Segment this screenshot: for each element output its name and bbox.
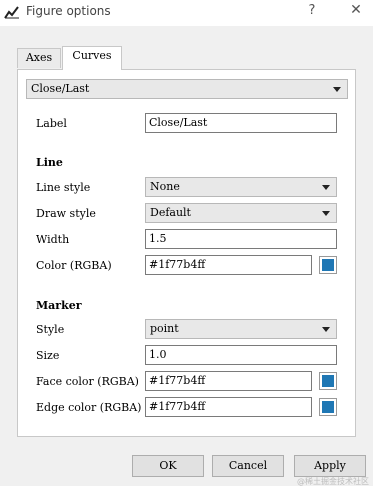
chevron-down-icon (322, 185, 330, 190)
marker-style-select[interactable]: point (145, 319, 337, 339)
cancel-button[interactable]: Cancel (212, 455, 284, 477)
line-style-value: None (150, 180, 180, 193)
chart-line-icon (4, 6, 19, 19)
chevron-down-icon (322, 211, 330, 216)
face-color-swatch (322, 375, 334, 387)
apply-button[interactable]: Apply (294, 455, 366, 477)
line-section-heading: Line (36, 156, 63, 169)
curve-select-value: Close/Last (31, 82, 90, 95)
marker-size-label: Size (36, 349, 60, 362)
edge-color-input[interactable]: #1f77b4ff (145, 397, 312, 417)
draw-style-select[interactable]: Default (145, 203, 337, 223)
chevron-down-icon (322, 327, 330, 332)
face-color-input[interactable]: #1f77b4ff (145, 371, 312, 391)
chevron-down-icon (333, 87, 341, 92)
tab-axes[interactable]: Axes (17, 48, 61, 68)
width-input[interactable]: 1.5 (145, 229, 337, 249)
tab-curves[interactable]: Curves (62, 46, 122, 70)
curves-panel: Close/Last Label Close/Last Line Line st… (17, 69, 356, 437)
label-input[interactable]: Close/Last (145, 113, 337, 133)
close-button[interactable]: ✕ (347, 2, 365, 18)
ok-button[interactable]: OK (132, 455, 204, 477)
help-button[interactable]: ? (303, 3, 321, 18)
line-color-input[interactable]: #1f77b4ff (145, 255, 312, 275)
window-title: Figure options (26, 4, 111, 18)
edge-color-swatch (322, 401, 334, 413)
draw-style-value: Default (150, 206, 191, 219)
edge-color-label: Edge color (RGBA) (36, 401, 142, 414)
line-style-select[interactable]: None (145, 177, 337, 197)
line-style-label: Line style (36, 181, 91, 194)
marker-size-input[interactable]: 1.0 (145, 345, 337, 365)
label-field-label: Label (36, 117, 67, 130)
draw-style-label: Draw style (36, 207, 96, 220)
edge-color-swatch-button[interactable] (319, 398, 337, 416)
face-color-label: Face color (RGBA) (36, 375, 139, 388)
face-color-swatch-button[interactable] (319, 372, 337, 390)
marker-style-value: point (150, 322, 179, 335)
width-label: Width (36, 233, 70, 246)
line-color-swatch (322, 259, 334, 271)
line-color-label: Color (RGBA) (36, 259, 112, 272)
line-color-swatch-button[interactable] (319, 256, 337, 274)
marker-section-heading: Marker (36, 299, 82, 312)
curve-select[interactable]: Close/Last (26, 79, 348, 99)
watermark: @稀土掘金技术社区 (297, 477, 369, 486)
marker-style-label: Style (36, 323, 65, 336)
title-bar: Figure options ? ✕ (0, 0, 373, 26)
